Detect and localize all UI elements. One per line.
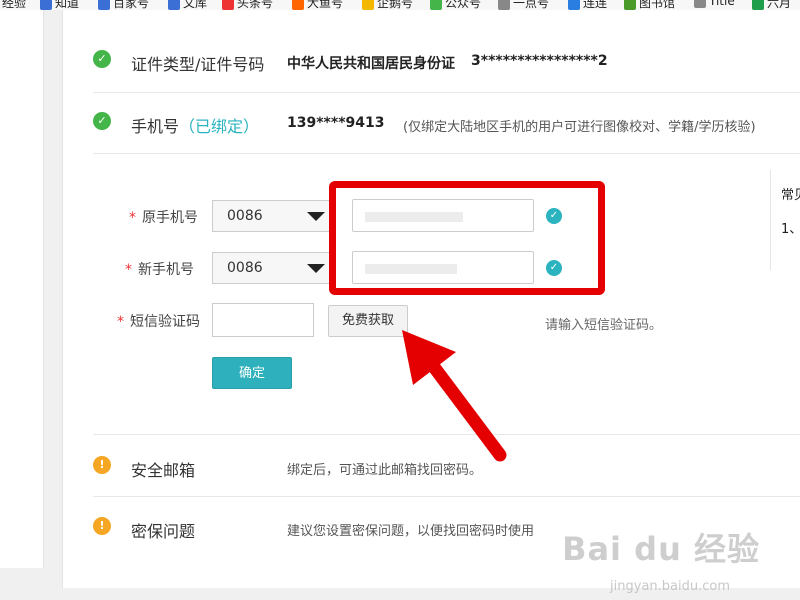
bookmark-item[interactable]: 公众号 <box>430 0 481 10</box>
globe-icon <box>694 0 706 8</box>
sms-code-label: * 短信验证码 <box>117 314 200 330</box>
divider <box>93 92 800 93</box>
dayu-icon <box>292 0 304 10</box>
id-document-type: 中华人民共和国居民身份证 <box>287 56 455 72</box>
security-settings-panel: ✓ 证件类型/证件号码 中华人民共和国居民身份证 3**************… <box>62 10 800 588</box>
id-document-row: ✓ 证件类型/证件号码 中华人民共和国居民身份证 3**************… <box>93 50 800 74</box>
globe-icon <box>498 0 510 10</box>
bookmark-item[interactable]: 一点号 <box>498 0 549 10</box>
bookmark-item[interactable]: 经验 <box>2 0 26 10</box>
faq-title: 常见 <box>781 188 800 203</box>
bookmark-item[interactable]: 百家号 <box>98 0 149 10</box>
warning-icon: ! <box>93 456 111 474</box>
paw-icon <box>98 0 110 10</box>
security-email-row: ! 安全邮箱 绑定后，可通过此邮箱找回密码。 <box>93 456 800 480</box>
bound-tag: （已绑定） <box>179 117 260 136</box>
bookmark-item[interactable]: 大鱼号 <box>292 0 343 10</box>
watermark-logo: Bai du 经验 <box>562 530 760 568</box>
warning-icon: ! <box>93 517 111 535</box>
annotation-highlight-box <box>329 181 605 295</box>
divider <box>93 434 800 435</box>
divider <box>93 496 800 497</box>
id-document-number: 3****************2 <box>471 53 608 69</box>
watermark-url: jingyan.baidu.com <box>610 579 730 594</box>
faq-item[interactable]: 1、 <box>781 218 800 237</box>
id-document-label: 证件类型/证件号码 <box>131 55 265 74</box>
wechat-icon <box>430 0 442 10</box>
confirm-button[interactable]: 确定 <box>212 357 292 389</box>
dropdown-arrow-icon <box>307 264 325 273</box>
bookmark-item[interactable]: 文库 <box>168 0 207 10</box>
security-question-hint: 建议您设置密保问题，以便找回密码时使用 <box>287 524 535 539</box>
bookmark-item[interactable]: 六月 <box>752 0 791 10</box>
left-sidebar <box>0 10 44 568</box>
sheet-icon <box>752 0 764 10</box>
bookmark-item[interactable]: 头条号 <box>222 0 273 10</box>
penguin-icon <box>362 0 374 10</box>
bookmark-item[interactable]: 连连 <box>568 0 607 10</box>
phone-binding-hint: (仅绑定大陆地区手机的用户可进行图像校对、学籍/学历核验) <box>403 120 756 135</box>
bookmark-item[interactable]: 知道 <box>40 0 79 10</box>
faq-card: 常见 1、 <box>770 170 800 270</box>
divider <box>93 153 800 154</box>
security-question-label: 密保问题 <box>131 522 196 541</box>
new-phone-label: * 新手机号 <box>125 262 194 278</box>
bookmark-bar: 经验 知道 百家号 文库 头条号 大鱼号 企鹅号 公众号 一点号 连连 图书馆 … <box>0 0 800 10</box>
bookmark-item[interactable]: 图书馆 <box>624 0 675 10</box>
paw-icon <box>168 0 180 10</box>
paw-icon <box>40 0 52 10</box>
toutiao-icon <box>222 0 234 10</box>
verified-check-icon: ✓ <box>93 50 111 68</box>
old-phone-label: * 原手机号 <box>129 210 198 226</box>
sms-code-input[interactable] <box>212 303 314 337</box>
phone-row: ✓ 手机号（已绑定） 139****9413 (仅绑定大陆地区手机的用户可进行图… <box>93 112 800 136</box>
verified-check-icon: ✓ <box>93 112 111 130</box>
get-code-button[interactable]: 免费获取 <box>328 305 408 337</box>
phone-number-masked: 139****9413 <box>287 115 385 131</box>
library-icon <box>624 0 636 10</box>
phone-label: 手机号（已绑定） <box>131 117 260 136</box>
security-email-hint: 绑定后，可通过此邮箱找回密码。 <box>287 463 483 478</box>
old-country-code-select[interactable]: 0086 <box>212 200 330 232</box>
bookmark-item[interactable]: 企鹅号 <box>362 0 413 10</box>
lianlian-icon <box>568 0 580 10</box>
bookmark-item[interactable]: Title <box>694 0 735 8</box>
new-country-code-select[interactable]: 0086 <box>212 252 330 284</box>
sms-code-hint: 请输入短信验证码。 <box>545 318 663 333</box>
security-email-label: 安全邮箱 <box>131 461 196 480</box>
dropdown-arrow-icon <box>307 212 325 221</box>
